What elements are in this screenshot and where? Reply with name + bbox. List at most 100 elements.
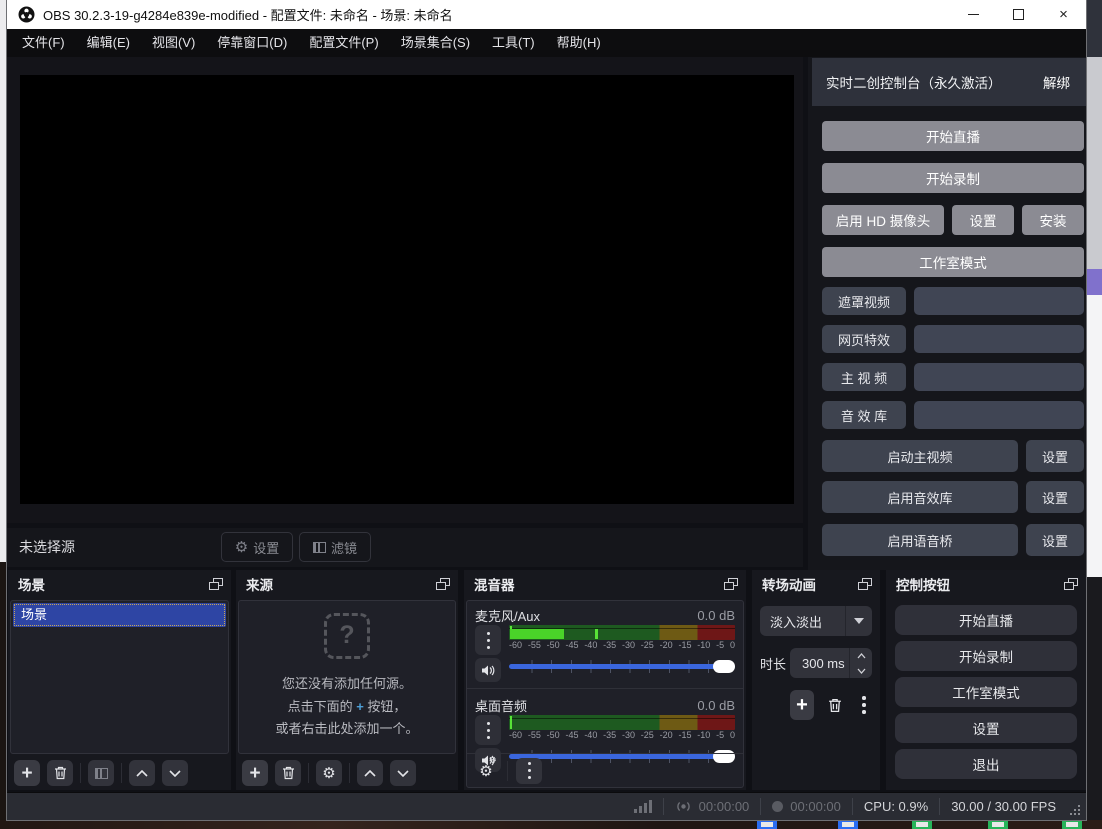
- hd-camera-settings-button[interactable]: 设置: [952, 205, 1014, 235]
- mixer-channel-mic: 麦克风/Aux 0.0 dB -60-55-5: [467, 601, 743, 686]
- source-properties-button[interactable]: ⚙ 设置: [221, 532, 293, 562]
- obs-window: OBS 30.2.3-19-g4284e839e-modified - 配置文件…: [7, 0, 1086, 820]
- menu-view[interactable]: 视图(V): [141, 29, 206, 57]
- menu-edit[interactable]: 编辑(E): [76, 29, 141, 57]
- scenes-toolbar: +: [8, 756, 231, 790]
- sources-dock: 来源 ? 您还没有添加任何源。 点击下面的 + 按钮， 或者右击此处添加一个。 …: [236, 570, 458, 790]
- enable-hd-camera-button[interactable]: 启用 HD 摄像头: [822, 205, 944, 235]
- move-source-down-button[interactable]: [390, 760, 416, 786]
- controls-dock-title: 控制按钮: [896, 574, 1064, 594]
- install-button[interactable]: 安装: [1022, 205, 1084, 235]
- channel-name: 桌面音频: [475, 696, 697, 715]
- duration-spinbox[interactable]: 300 ms: [790, 648, 872, 678]
- enable-sound-library-button[interactable]: 启用音效库: [822, 481, 1018, 513]
- menu-file[interactable]: 文件(F): [11, 29, 76, 57]
- volume-slider[interactable]: [509, 659, 735, 674]
- unbind-link[interactable]: 解绑: [1043, 72, 1070, 92]
- background-window-thumbnail: [757, 820, 777, 829]
- minimize-button[interactable]: [951, 0, 996, 29]
- start-streaming-button[interactable]: 开始直播: [895, 605, 1077, 635]
- source-list[interactable]: ? 您还没有添加任何源。 点击下面的 + 按钮， 或者右击此处添加一个。: [238, 600, 456, 754]
- web-effect-field[interactable]: [914, 325, 1084, 353]
- transition-select[interactable]: 淡入淡出: [760, 606, 872, 636]
- advanced-audio-button[interactable]: ⚙⚙: [473, 758, 499, 784]
- channel-level: 0.0 dB: [697, 698, 735, 713]
- filter-icon: [313, 542, 326, 553]
- plugin-start-recording-button[interactable]: 开始录制: [822, 163, 1084, 193]
- move-source-up-button[interactable]: [357, 760, 383, 786]
- dock-float-icon[interactable]: [1064, 578, 1078, 590]
- preview-canvas[interactable]: [20, 75, 794, 504]
- scene-list[interactable]: 场景: [10, 600, 229, 754]
- dock-float-icon[interactable]: [858, 578, 872, 590]
- channel-level: 0.0 dB: [697, 608, 735, 623]
- sound-library-button[interactable]: 音 效 库: [822, 401, 906, 429]
- dock-float-icon[interactable]: [724, 578, 738, 590]
- mask-video-button[interactable]: 遮罩视频: [822, 287, 906, 315]
- studio-mode-button[interactable]: 工作室模式: [895, 677, 1077, 707]
- menu-help[interactable]: 帮助(H): [546, 29, 612, 57]
- volume-slider-handle[interactable]: [713, 660, 735, 673]
- scene-list-item[interactable]: 场景: [13, 603, 226, 627]
- mute-button[interactable]: [475, 658, 501, 682]
- dock-float-icon[interactable]: [436, 578, 450, 590]
- main-video-button[interactable]: 主 视 频: [822, 363, 906, 391]
- title-bar[interactable]: OBS 30.2.3-19-g4284e839e-modified - 配置文件…: [7, 0, 1086, 29]
- dock-float-icon[interactable]: [209, 578, 223, 590]
- background-window-thumbnail: [1062, 820, 1082, 829]
- resize-grip[interactable]: [1078, 813, 1080, 815]
- spin-up-button[interactable]: [850, 648, 872, 663]
- kebab-icon: [862, 696, 866, 700]
- source-filters-button[interactable]: 滤镜: [299, 532, 371, 562]
- filter-icon: [95, 768, 108, 779]
- transition-selected-value: 淡入淡出: [760, 612, 845, 631]
- sound-library-field[interactable]: [914, 401, 1084, 429]
- settings-button[interactable]: 设置: [895, 713, 1077, 743]
- plugin-start-streaming-button[interactable]: 开始直播: [822, 121, 1084, 151]
- mixer-menu-button[interactable]: [516, 758, 542, 784]
- channel-menu-button[interactable]: [475, 625, 501, 655]
- maximize-button[interactable]: [996, 0, 1041, 29]
- main-video-field[interactable]: [914, 363, 1084, 391]
- add-scene-button[interactable]: +: [14, 760, 40, 786]
- chevron-down-icon: [397, 770, 409, 777]
- main-video-settings-button[interactable]: 设置: [1026, 440, 1084, 472]
- remove-scene-button[interactable]: [47, 760, 73, 786]
- move-scene-up-button[interactable]: [129, 760, 155, 786]
- gear-icon: ⚙: [322, 764, 335, 782]
- spin-down-button[interactable]: [850, 663, 872, 678]
- plugin-header: 实时二创控制台（永久激活） 解绑: [812, 58, 1086, 106]
- menu-scene-collection[interactable]: 场景集合(S): [390, 29, 481, 57]
- sound-library-settings-button[interactable]: 设置: [1026, 481, 1084, 513]
- start-main-video-button[interactable]: 启动主视频: [822, 440, 1018, 472]
- menu-profile[interactable]: 配置文件(P): [298, 29, 389, 57]
- voice-bridge-settings-button[interactable]: 设置: [1026, 524, 1084, 556]
- maximize-icon: [1013, 9, 1024, 20]
- close-button[interactable]: ×: [1041, 0, 1086, 29]
- duration-value: 300 ms: [790, 648, 849, 678]
- scene-filters-button[interactable]: [88, 760, 114, 786]
- menu-tools[interactable]: 工具(T): [481, 29, 546, 57]
- channel-menu-button[interactable]: [475, 715, 501, 745]
- web-effect-button[interactable]: 网页特效: [822, 325, 906, 353]
- move-scene-down-button[interactable]: [162, 760, 188, 786]
- exit-button[interactable]: 退出: [895, 749, 1077, 779]
- sources-toolbar: + ⚙: [236, 756, 458, 790]
- plugin-dock: 实时二创控制台（永久激活） 解绑 开始直播 开始录制 启用 HD 摄像头 设置 …: [808, 57, 1086, 570]
- remove-transition-button[interactable]: [824, 691, 846, 719]
- sources-dock-title: 来源: [246, 574, 436, 594]
- double-gear-icon: ⚙⚙: [479, 761, 492, 780]
- db-scale: -60-55-50-45-40-35-30-25-20-15-10-50: [509, 640, 735, 650]
- transition-menu-button[interactable]: [856, 691, 872, 719]
- add-transition-button[interactable]: +: [790, 690, 814, 720]
- remove-source-button[interactable]: [275, 760, 301, 786]
- plugin-studio-mode-button[interactable]: 工作室模式: [822, 247, 1084, 277]
- enable-voice-bridge-button[interactable]: 启用语音桥: [822, 524, 1018, 556]
- docks-area: 场景 场景 +: [7, 570, 1086, 792]
- menu-docks[interactable]: 停靠窗口(D): [206, 29, 298, 57]
- add-source-button[interactable]: +: [242, 760, 268, 786]
- start-recording-button[interactable]: 开始录制: [895, 641, 1077, 671]
- mask-video-field[interactable]: [914, 287, 1084, 315]
- background-window-right: [1086, 57, 1102, 269]
- source-properties-toolbar-button[interactable]: ⚙: [316, 760, 342, 786]
